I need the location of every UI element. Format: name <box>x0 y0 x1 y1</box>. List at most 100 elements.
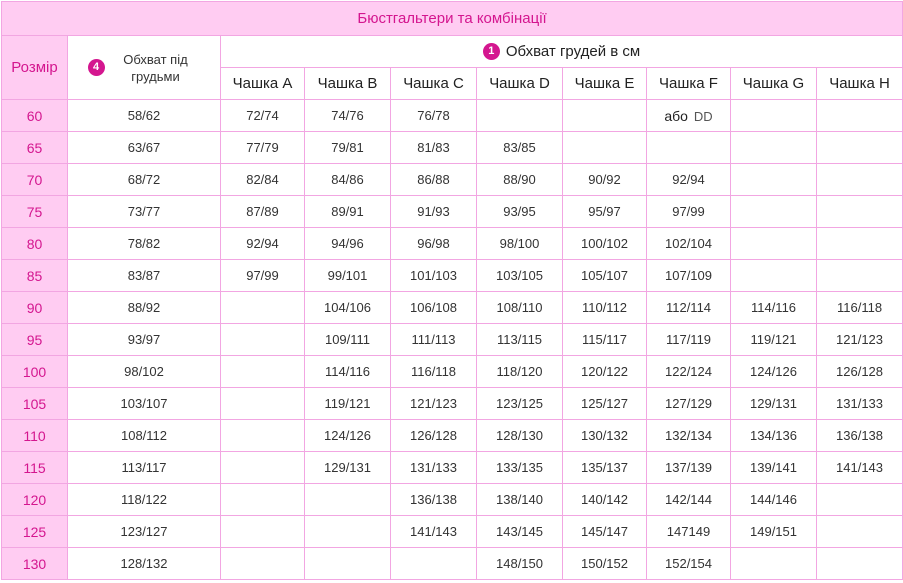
cup-value-cell <box>220 547 305 580</box>
cup-value-cell <box>815 131 903 164</box>
size-cell: 75 <box>1 195 68 228</box>
size-cell: 105 <box>1 387 68 420</box>
table-row: 65 63/67 77/79 79/81 81/83 83/85 <box>1 131 903 164</box>
size-cell: 130 <box>1 547 68 580</box>
cup-value-cell: 148/150 <box>476 547 563 580</box>
cup-value-cell: 121/123 <box>390 387 477 420</box>
cup-value-cell: 93/95 <box>476 195 563 228</box>
cup-value-cell <box>730 131 817 164</box>
cup-value-cell <box>730 195 817 228</box>
underbust-cell: 83/87 <box>67 259 221 292</box>
table-row: 80 78/82 92/94 94/96 96/98 98/100 100/102 102/1… <box>1 227 903 260</box>
underbust-cell: 103/107 <box>67 387 221 420</box>
cup-value-cell: 127/129 <box>646 387 731 420</box>
cup-value-cell <box>815 259 903 292</box>
cup-value-cell <box>220 483 305 516</box>
cup-value-cell <box>815 515 903 548</box>
cup-value-cell: 114/116 <box>730 291 817 324</box>
cup-value-cell: 119/121 <box>730 323 817 356</box>
size-cell: 125 <box>1 515 68 548</box>
cup-value-cell: 103/105 <box>476 259 563 292</box>
cup-value-cell: 152/154 <box>646 547 731 580</box>
cup-value-cell <box>304 483 391 516</box>
cup-header-d: Чашка D <box>476 67 563 100</box>
table-row: 75 73/77 87/89 89/91 91/93 93/95 95/97 97/99 <box>1 195 903 228</box>
cup-value-cell <box>390 547 477 580</box>
cup-value-cell: 115/117 <box>562 323 647 356</box>
cup-value-cell: 141/143 <box>815 451 903 484</box>
cup-value-cell: 123/125 <box>476 387 563 420</box>
table-row: 130 128/132 148/150 150/152 152/154 <box>1 547 903 580</box>
cup-value-cell: 100/102 <box>562 227 647 260</box>
table-row: 115 113/117 129/131 131/133 133/135 135/137 13… <box>1 451 903 484</box>
cup-value-cell <box>220 387 305 420</box>
cup-value-cell <box>730 547 817 580</box>
cup-value-cell <box>730 259 817 292</box>
cup-value-cell: 124/126 <box>730 355 817 388</box>
cup-value-cell: 82/84 <box>220 163 305 196</box>
table-row: 70 68/72 82/84 84/86 86/88 88/90 90/92 92/94 <box>1 163 903 196</box>
cup-value-cell <box>220 355 305 388</box>
cup-value-cell <box>815 547 903 580</box>
cup-value-cell <box>304 515 391 548</box>
cup-value-cell <box>220 515 305 548</box>
cup-value-cell: 81/83 <box>390 131 477 164</box>
cup-value-cell: 133/135 <box>476 451 563 484</box>
underbust-header-label: Обхват під грудьми <box>123 51 188 84</box>
size-cell: 85 <box>1 259 68 292</box>
underbust-cell: 113/117 <box>67 451 221 484</box>
cup-value-cell <box>476 99 563 132</box>
cup-value-cell: 147149 <box>646 515 731 548</box>
cup-header-a: Чашка A <box>220 67 305 100</box>
cup-value-cell: 91/93 <box>390 195 477 228</box>
cup-header-b: Чашка B <box>304 67 391 100</box>
cup-value-cell: 129/131 <box>304 451 391 484</box>
table-row: 125 123/127 141/143 143/145 145/147 147149 149… <box>1 515 903 548</box>
cup-value-cell: 102/104 <box>646 227 731 260</box>
cup-value-cell: 139/141 <box>730 451 817 484</box>
underbust-column-header: 4 Обхват під грудьми <box>67 35 221 100</box>
cup-value-cell: 116/118 <box>815 291 903 324</box>
size-cell: 70 <box>1 163 68 196</box>
cup-value-cell <box>730 99 817 132</box>
header-row-1: Розмір 4 Обхват під грудьми 1 Обхват груд… <box>1 35 903 100</box>
size-cell: 95 <box>1 323 68 356</box>
size-chart-table: Бюстгальтери та комбінації Розмір 4 Обхв… <box>0 1 903 580</box>
table-title: Бюстгальтери та комбінації <box>0 1 903 36</box>
cup-value-cell: 121/123 <box>815 323 903 356</box>
cup-value-cell: 140/142 <box>562 483 647 516</box>
table-row: 60 58/62 72/74 74/76 76/78 або DD <box>1 99 903 132</box>
cup-value-cell: 89/91 <box>304 195 391 228</box>
cup-value-cell: 114/116 <box>304 355 391 388</box>
size-cell: 90 <box>1 291 68 324</box>
underbust-cell: 108/112 <box>67 419 221 452</box>
cup-value-cell: 142/144 <box>646 483 731 516</box>
dd-code-label: DD <box>693 108 713 124</box>
cup-value-cell: 136/138 <box>815 419 903 452</box>
cup-value-cell: 87/89 <box>220 195 305 228</box>
cup-value-cell: 99/101 <box>304 259 391 292</box>
cup-value-cell: 119/121 <box>304 387 391 420</box>
cup-value-cell: 97/99 <box>646 195 731 228</box>
underbust-cell: 118/122 <box>67 483 221 516</box>
underbust-cell: 58/62 <box>67 99 221 132</box>
cup-value-cell: 125/127 <box>562 387 647 420</box>
cup-value-cell: 120/122 <box>562 355 647 388</box>
size-cell: 65 <box>1 131 68 164</box>
cup-value-cell: або DD <box>646 99 731 132</box>
cup-value-cell: 134/136 <box>730 419 817 452</box>
cup-value-cell <box>646 131 731 164</box>
cup-header-c: Чашка C <box>390 67 477 100</box>
cup-value-cell <box>220 451 305 484</box>
cup-value-cell <box>730 163 817 196</box>
cup-value-cell: 138/140 <box>476 483 563 516</box>
cup-value-cell <box>815 99 903 132</box>
cup-value-cell: 77/79 <box>220 131 305 164</box>
cup-value-cell: 141/143 <box>390 515 477 548</box>
cup-value-cell <box>815 195 903 228</box>
cup-value-cell: 117/119 <box>646 323 731 356</box>
cup-value-cell: 111/113 <box>390 323 477 356</box>
cup-value-cell <box>562 99 647 132</box>
underbust-cell: 68/72 <box>67 163 221 196</box>
alt-word-label: або <box>664 107 688 124</box>
